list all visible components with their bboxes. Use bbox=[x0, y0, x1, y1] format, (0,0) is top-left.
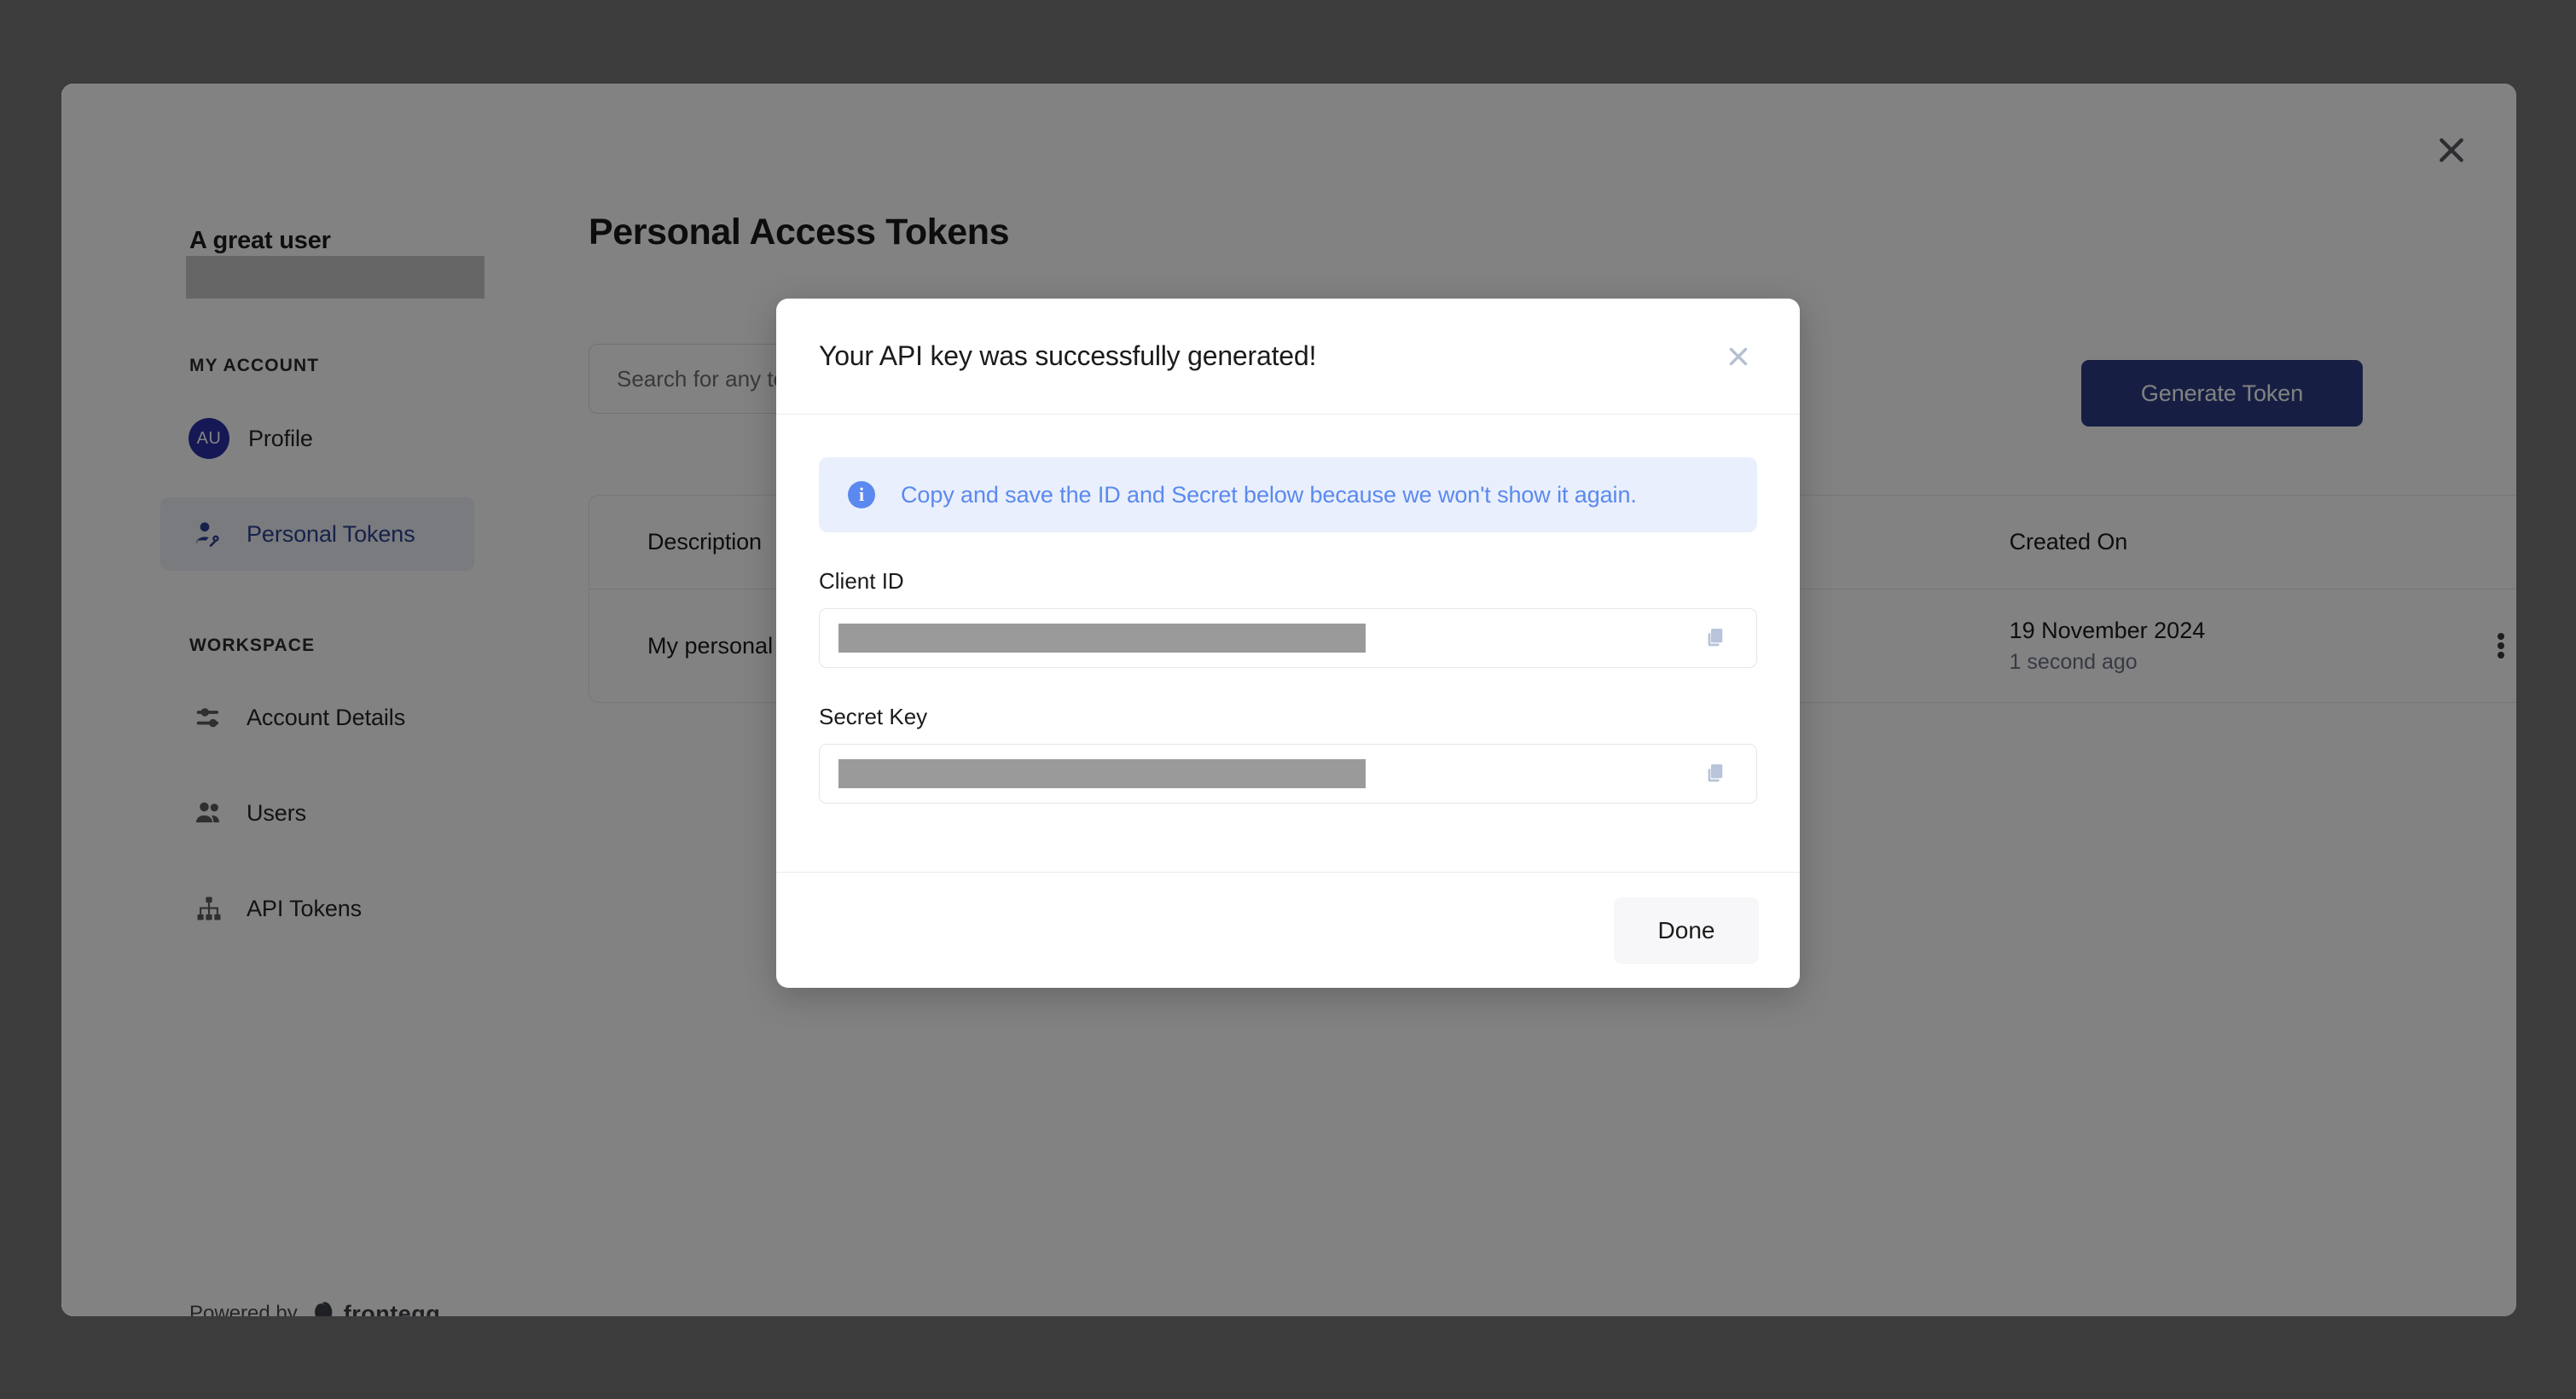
sidebar-item-profile[interactable]: AU Profile bbox=[160, 402, 474, 475]
user-key-icon bbox=[190, 515, 228, 553]
sidebar-section-my-account: MY ACCOUNT bbox=[189, 356, 320, 375]
generate-token-button[interactable]: Generate Token bbox=[2081, 360, 2363, 427]
created-on-relative: 1 second ago bbox=[2009, 649, 2138, 674]
frontegg-wordmark: frontegg bbox=[343, 1300, 441, 1317]
info-banner: i Copy and save the ID and Secret below … bbox=[819, 457, 1757, 532]
sidebar-section-workspace: WORKSPACE bbox=[189, 636, 316, 655]
info-banner-text: Copy and save the ID and Secret below be… bbox=[901, 481, 1637, 508]
sidebar-item-label: Account Details bbox=[247, 704, 406, 730]
client-id-label: Client ID bbox=[819, 568, 904, 594]
sidebar-user-name: A great user bbox=[189, 227, 331, 254]
frontegg-egg-icon bbox=[314, 1302, 333, 1316]
sidebar-item-label: Profile bbox=[248, 425, 313, 451]
client-id-value-redaction bbox=[838, 624, 1366, 653]
copy-icon[interactable] bbox=[1698, 620, 1734, 656]
client-id-field[interactable] bbox=[819, 608, 1757, 668]
sidebar: A great user MY ACCOUNT AU Profile Perso… bbox=[61, 84, 529, 1316]
avatar: AU bbox=[189, 418, 229, 459]
frontegg-logo: frontegg bbox=[310, 1299, 440, 1316]
secret-key-value-redaction bbox=[838, 759, 1366, 788]
sidebar-item-label: API Tokens bbox=[247, 895, 363, 921]
column-header-created-on: Created On bbox=[2009, 529, 2128, 554]
secret-key-label: Secret Key bbox=[819, 704, 928, 729]
sidebar-item-api-tokens[interactable]: API Tokens bbox=[160, 872, 474, 945]
api-key-generated-modal: Your API key was successfully generated!… bbox=[776, 299, 1800, 988]
sidebar-item-label: Personal Tokens bbox=[247, 520, 415, 547]
sidebar-item-users[interactable]: Users bbox=[160, 776, 474, 850]
powered-by-footer: Powered by frontegg bbox=[189, 1299, 440, 1316]
users-icon bbox=[190, 794, 228, 832]
info-icon: i bbox=[848, 481, 875, 508]
modal-header: Your API key was successfully generated! bbox=[776, 299, 1800, 415]
cell-created-on: 19 November 2024 1 second ago bbox=[1953, 618, 2465, 675]
sidebar-item-personal-tokens[interactable]: Personal Tokens bbox=[160, 497, 474, 571]
modal-body: i Copy and save the ID and Secret below … bbox=[776, 415, 1800, 872]
page-title: Personal Access Tokens bbox=[589, 212, 1010, 253]
sitemap-icon bbox=[190, 890, 228, 927]
copy-icon[interactable] bbox=[1698, 756, 1734, 792]
done-button[interactable]: Done bbox=[1614, 897, 1759, 964]
sidebar-item-label: Users bbox=[247, 799, 307, 826]
sidebar-item-account-details[interactable]: Account Details bbox=[160, 681, 474, 754]
modal-footer: Done bbox=[776, 872, 1800, 988]
secret-key-field[interactable] bbox=[819, 744, 1757, 804]
close-icon[interactable] bbox=[2429, 128, 2474, 172]
kebab-menu-icon[interactable] bbox=[2464, 630, 2516, 661]
modal-title: Your API key was successfully generated! bbox=[819, 340, 1317, 371]
powered-by-label: Powered by bbox=[189, 1302, 298, 1316]
close-icon[interactable] bbox=[1718, 336, 1759, 377]
sidebar-user-email-redaction bbox=[186, 256, 484, 299]
sliders-icon bbox=[190, 699, 228, 736]
created-on-date: 19 November 2024 bbox=[2009, 617, 2206, 643]
